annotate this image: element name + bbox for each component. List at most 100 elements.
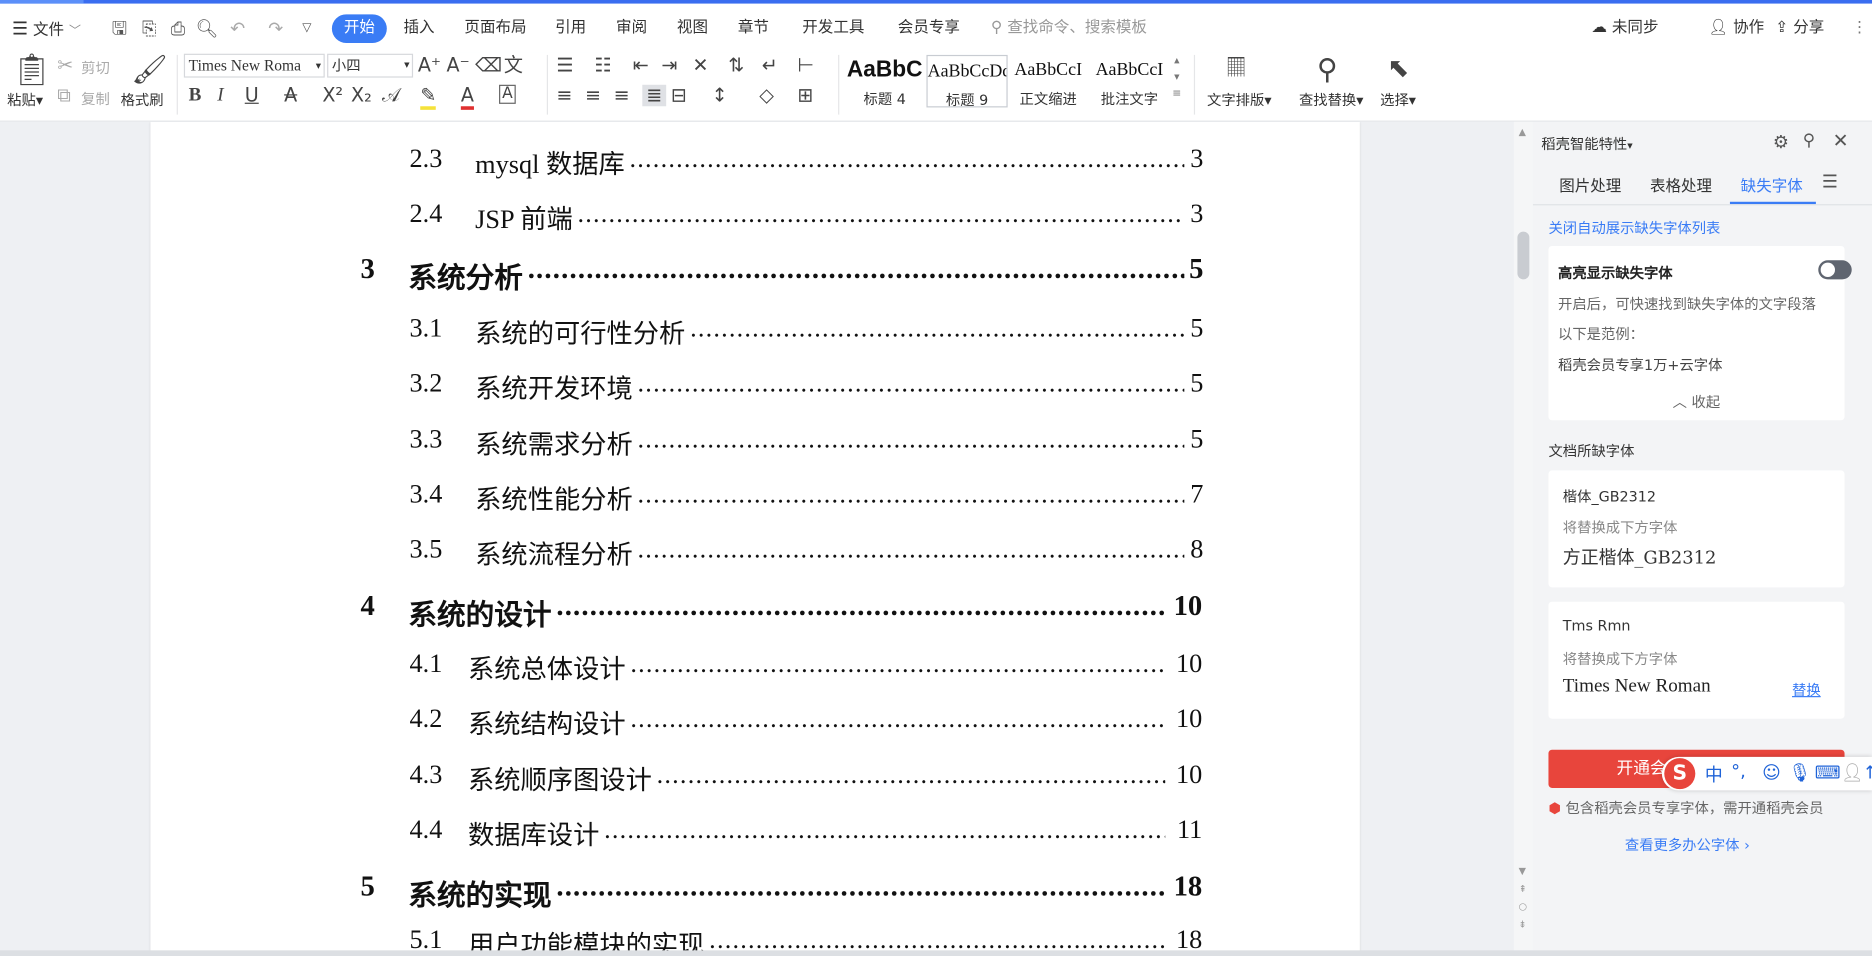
distributed-icon[interactable]: ⊟ <box>671 84 687 106</box>
document-scrollbar[interactable]: ▲ ▼ ⇞ ○ ⇟ <box>1513 121 1533 956</box>
print-preview-icon[interactable]: 🔍︎ <box>196 18 219 39</box>
horizontal-scrollbar[interactable] <box>0 950 1872 956</box>
tab-review[interactable]: 审阅 <box>616 14 647 43</box>
tab-home[interactable]: 开始 <box>331 14 387 43</box>
ime-mode[interactable]: 中 <box>1705 762 1723 787</box>
borders-icon[interactable]: ⊞ <box>798 84 814 106</box>
scroll-up-icon[interactable]: ▲ <box>1519 127 1526 138</box>
toc-entry[interactable]: 3 系统分析...................................… <box>150 254 1204 295</box>
toc-entry[interactable]: 3.2 系统开发环境...............................… <box>150 368 1204 406</box>
copy-button[interactable]: 复制 <box>81 88 110 108</box>
sort-icon[interactable]: ⇅ <box>728 54 744 76</box>
font-size-select[interactable]: 小四 ▾ <box>327 53 414 78</box>
bold-icon[interactable]: B <box>189 85 202 106</box>
panel-title[interactable]: 稻壳智能特性▾ <box>1541 134 1632 154</box>
gear-icon[interactable]: ⚙ <box>1773 131 1789 152</box>
tab-references[interactable]: 引用 <box>555 14 586 43</box>
pin-icon[interactable]: ⚲ <box>1803 131 1815 150</box>
shading-icon[interactable]: ◇ <box>759 84 774 106</box>
toc-entry[interactable]: 3.4 系统性能分析...............................… <box>150 479 1204 517</box>
keyboard-icon[interactable]: ⌨ <box>1815 762 1841 783</box>
bullet-list-icon[interactable]: ☰ <box>556 54 573 76</box>
toc-entry[interactable]: 3.1 系统的可行性分析.............................… <box>150 313 1204 351</box>
more-options-icon[interactable]: ⋮ <box>1852 14 1868 43</box>
menu-icon[interactable]: ☰ <box>1822 171 1838 192</box>
tab-chapter[interactable]: 章节 <box>738 14 769 43</box>
align-center-icon[interactable]: ≡ <box>585 84 601 106</box>
collapse-button[interactable]: ︿ 收起 <box>1673 392 1721 412</box>
style-heading9[interactable]: AaBbCcDd 标题 9 <box>926 54 1008 109</box>
ime-punct[interactable]: °, <box>1731 761 1746 782</box>
grow-font-icon[interactable]: A⁺ <box>418 54 441 76</box>
toc-entry[interactable]: 2.4 JSP 前端...............................… <box>150 198 1204 236</box>
format-painter-icon[interactable]: 🖌︎ <box>131 53 167 86</box>
tab-missing-fonts[interactable]: 缺失字体 <box>1741 173 1803 196</box>
align-left-icon[interactable]: ≡ <box>556 84 572 106</box>
tab-member[interactable]: 会员专享 <box>898 14 960 43</box>
decrease-indent-icon[interactable]: ⇤ <box>633 54 649 76</box>
styles-scroll-icon[interactable]: ▴ ▾ ≡ <box>1172 53 1181 103</box>
numbered-list-icon[interactable]: ☷ <box>595 54 612 76</box>
tab-image-processing[interactable]: 图片处理 <box>1559 173 1621 196</box>
increase-indent-icon[interactable]: ⇥ <box>661 54 677 76</box>
ime-toolbar[interactable]: S 中 °, ☺ 🎙︎ ⌨ 👤︎ ↑ <box>1661 756 1872 791</box>
file-menu[interactable]: ☰ 文件 ﹀ <box>12 14 81 43</box>
subscript-icon[interactable]: X₂ <box>351 84 372 106</box>
highlight-toggle[interactable] <box>1818 260 1852 280</box>
toc-entry[interactable]: 4.4 数据库设计................................… <box>150 814 1203 852</box>
microphone-icon[interactable]: 🎙︎ <box>1788 762 1811 783</box>
text-effect-icon[interactable]: 𝒜 <box>382 84 400 106</box>
toc-entry[interactable]: 4.3 系统顺序图设计..............................… <box>150 759 1203 797</box>
save-icon[interactable]: 🖫 <box>109 18 130 39</box>
close-icon[interactable]: ✕ <box>1833 129 1849 152</box>
font-color-icon[interactable]: A <box>460 84 474 110</box>
page-nav-icons[interactable]: ▼ ⇞ ○ ⇟ <box>1519 862 1527 934</box>
paste-icon[interactable]: 📋︎ <box>12 53 51 89</box>
line-spacing-icon[interactable]: ↕ <box>712 84 728 106</box>
print-icon[interactable]: ⎙ <box>167 18 188 39</box>
italic-icon[interactable]: I <box>217 85 223 106</box>
char-border-icon[interactable]: A <box>499 84 516 104</box>
tab-page-layout[interactable]: 页面布局 <box>464 14 526 43</box>
toc-entry[interactable]: 3.3 系统需求分析...............................… <box>150 424 1204 462</box>
text-layout-button[interactable]: 文字排版▾ <box>1207 90 1272 110</box>
justify-icon[interactable]: ≣ <box>642 84 667 107</box>
scrollbar-thumb[interactable] <box>1517 231 1530 280</box>
user-icon[interactable]: 👤︎ <box>1841 762 1864 783</box>
command-search[interactable]: ⚲ 查找命令、搜索模板 <box>991 14 1147 43</box>
share-button[interactable]: ⇪ 分享 <box>1775 14 1824 43</box>
paste-button[interactable]: 粘贴▾ <box>7 90 43 110</box>
clear-format-icon[interactable]: ⌫ <box>475 54 502 76</box>
sogou-logo-icon[interactable]: S <box>1664 758 1696 790</box>
undo-icon[interactable]: ↶ <box>227 18 248 39</box>
find-replace-icon[interactable]: ⚲ <box>1317 53 1338 86</box>
tab-developer[interactable]: 开发工具 <box>802 14 864 43</box>
emoji-icon[interactable]: ☺ <box>1762 762 1781 783</box>
toc-entry[interactable]: 5 系统的实现..................................… <box>150 872 1203 913</box>
style-heading4[interactable]: AaBbC 标题 4 <box>844 55 925 107</box>
align-right-icon[interactable]: ≡ <box>614 84 630 106</box>
toc-entry[interactable]: 2.3 mysql 数据库............................… <box>150 143 1204 181</box>
document-page[interactable]: 2.3 mysql 数据库............................… <box>150 121 1360 956</box>
underline-icon[interactable]: U <box>245 84 259 106</box>
tab-stops-icon[interactable]: ⊢ <box>798 54 815 76</box>
more-fonts-link[interactable]: 查看更多办公字体 › <box>1625 835 1750 855</box>
collaborate-button[interactable]: 👤︎ 协作 <box>1708 14 1764 43</box>
export-pdf-icon[interactable]: ⎘ <box>138 18 159 39</box>
tab-view[interactable]: 视图 <box>677 14 708 43</box>
toc-entry[interactable]: 4 系统的设计..................................… <box>150 591 1203 632</box>
close-auto-show-link[interactable]: 关闭自动展示缺失字体列表 <box>1548 217 1720 237</box>
upload-icon[interactable]: ↑ <box>1862 762 1872 783</box>
cursor-select-icon[interactable]: ⬉ <box>1387 53 1409 86</box>
replace-button[interactable]: 替换 <box>1792 679 1821 699</box>
strikethrough-icon[interactable]: A <box>284 84 297 106</box>
font-name-select[interactable]: Times New Roma ▾ <box>183 53 325 78</box>
toc-entry[interactable]: 4.2 系统结构设计...............................… <box>150 703 1203 741</box>
toc-entry[interactable]: 3.5 系统流程分析...............................… <box>150 534 1204 572</box>
toc-entry[interactable]: 4.1 系统总体设计...............................… <box>150 648 1203 686</box>
sync-button[interactable]: ☁ 未同步 <box>1591 14 1658 43</box>
document-area[interactable]: 2.3 mysql 数据库............................… <box>0 121 1514 956</box>
style-body-indent[interactable]: AaBbCcI 正文缩进 <box>1008 55 1089 108</box>
redo-icon[interactable]: ↷ <box>265 18 286 39</box>
highlight-icon[interactable]: ✎ <box>420 84 437 110</box>
